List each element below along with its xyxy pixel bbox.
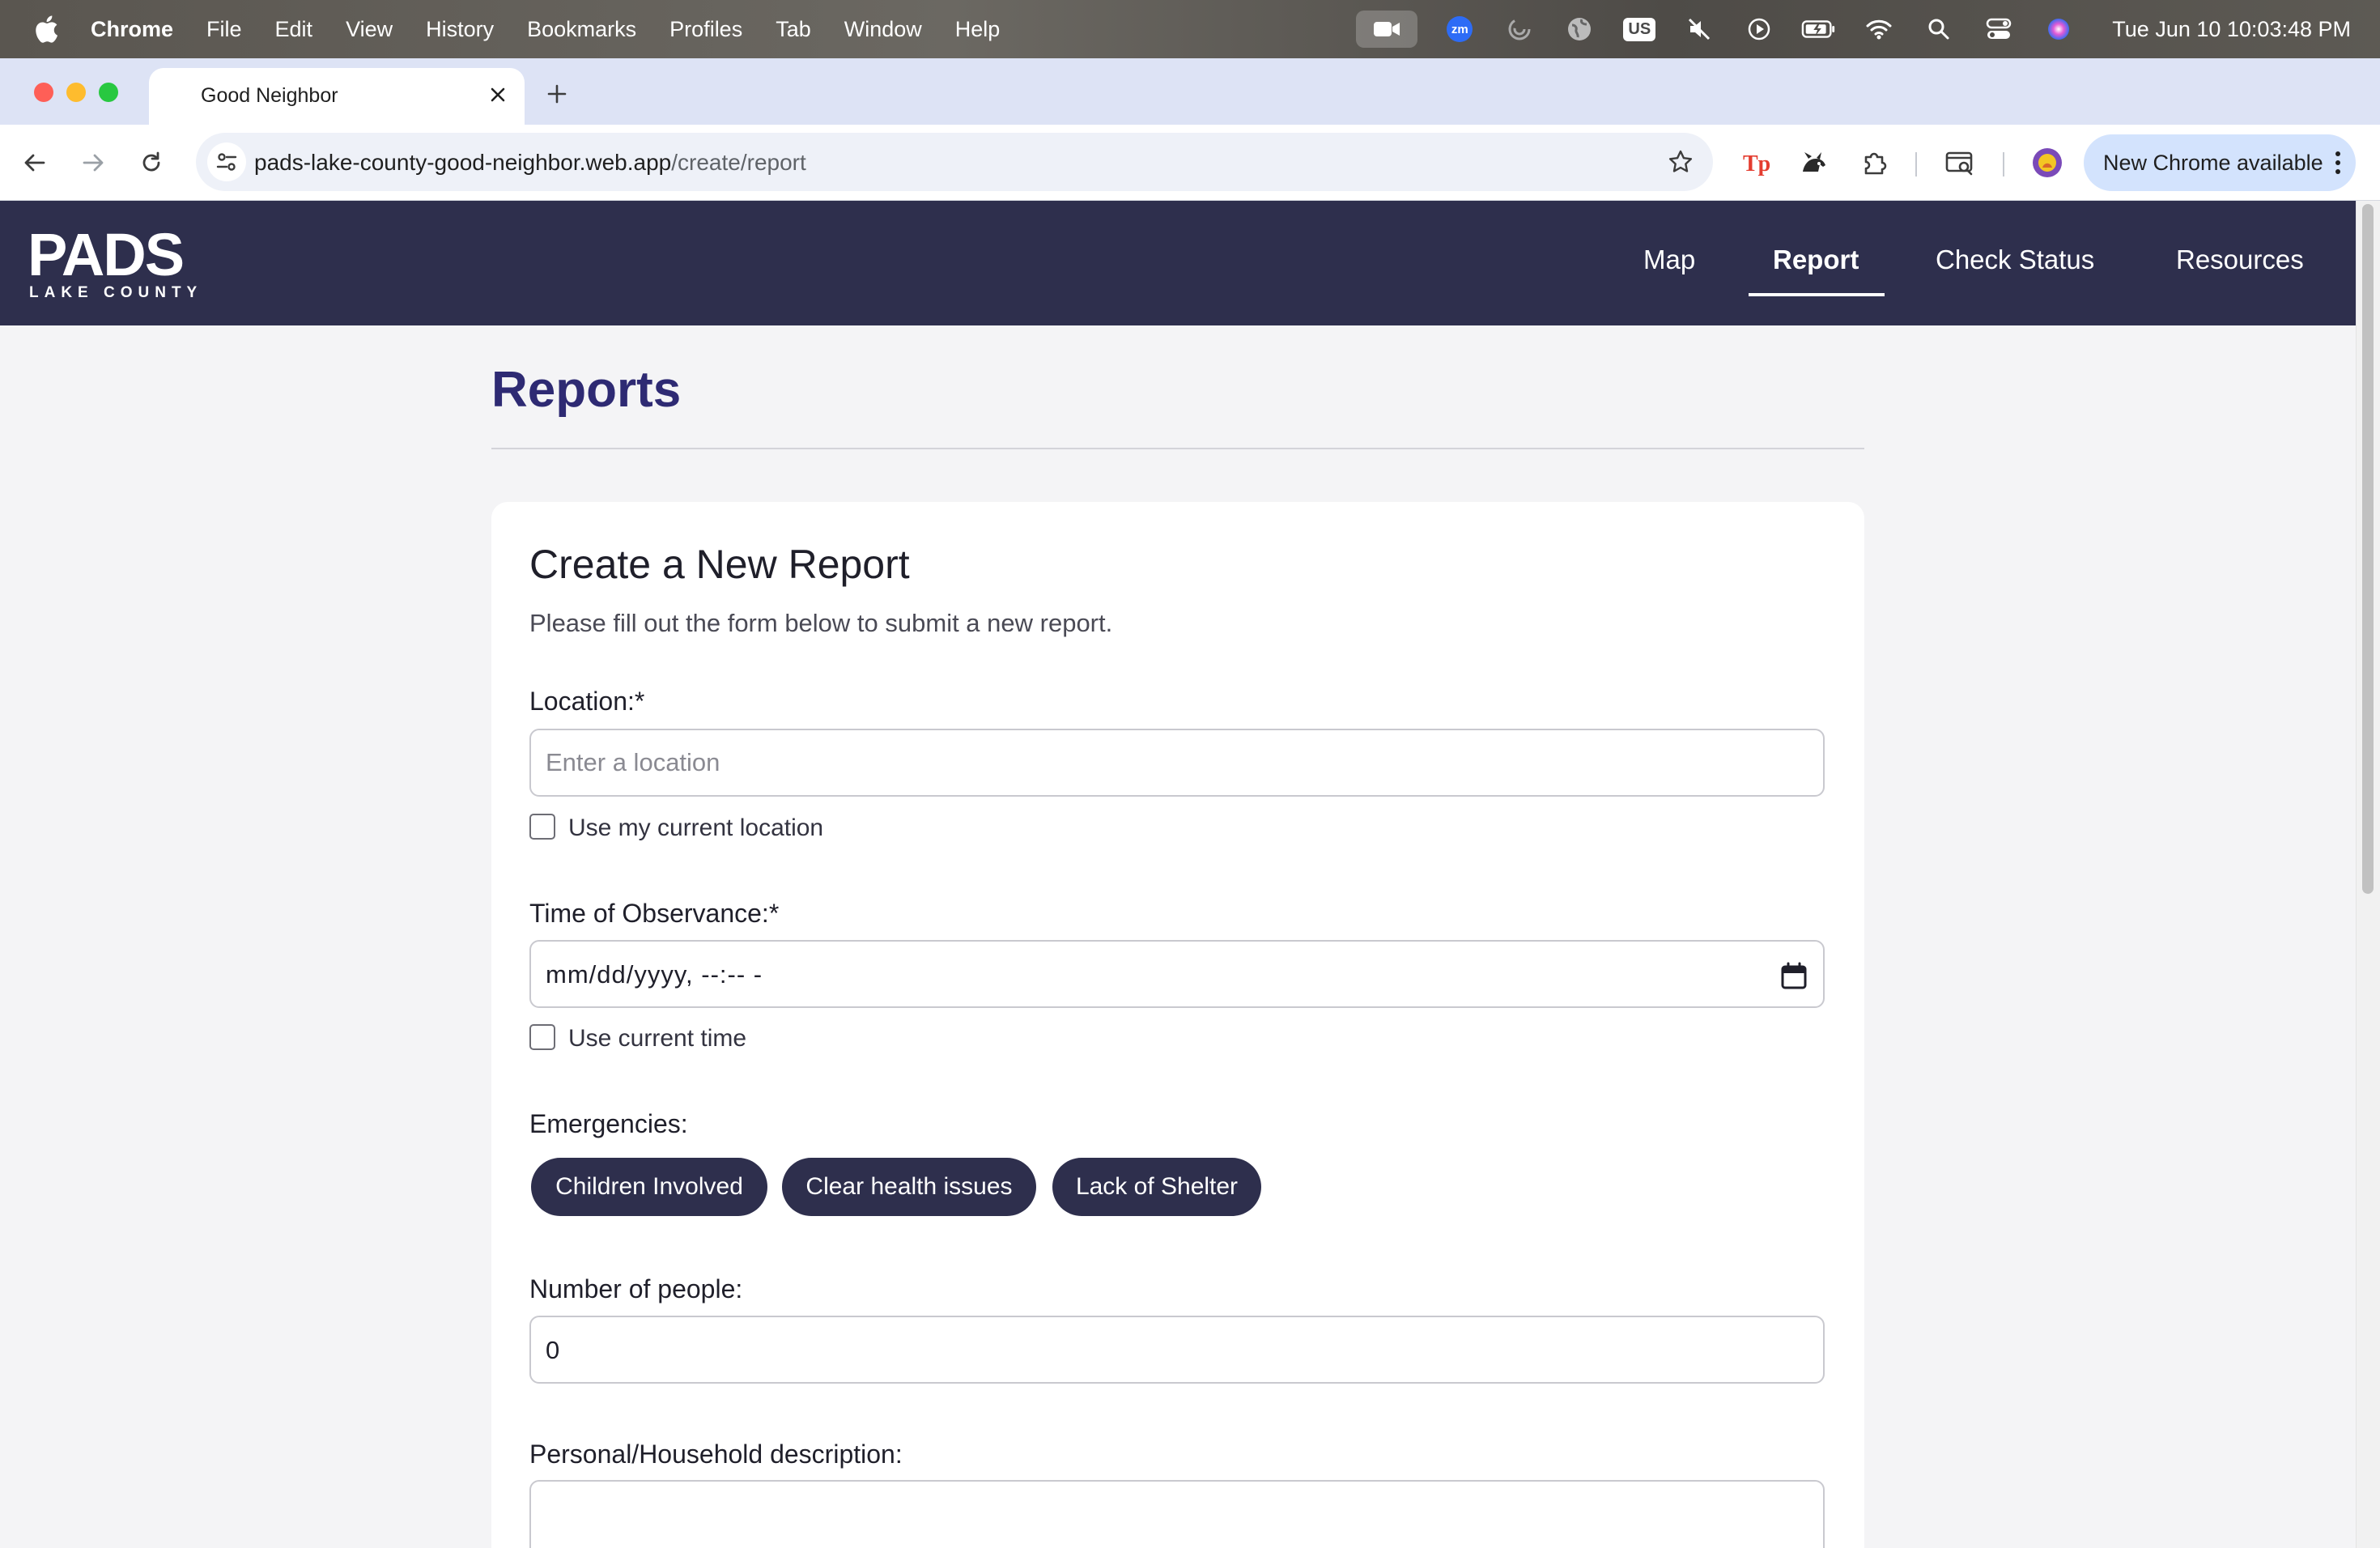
time-input-value: mm/dd/yyyy, --:-- - bbox=[546, 960, 763, 989]
use-current-time-checkbox[interactable] bbox=[529, 1024, 555, 1050]
menu-edit[interactable]: Edit bbox=[275, 17, 313, 42]
logo-wordmark: PADS bbox=[28, 225, 183, 288]
pads-logo[interactable]: PADS LAKE COUNTY bbox=[28, 221, 207, 301]
description-label: Personal/Household description: bbox=[529, 1440, 903, 1469]
nav-resources[interactable]: Resources bbox=[2176, 245, 2304, 275]
description-textarea[interactable] bbox=[529, 1480, 1825, 1548]
more-vert-icon[interactable] bbox=[2335, 151, 2341, 175]
globe-icon[interactable] bbox=[1562, 11, 1597, 47]
logo-subtext: LAKE COUNTY bbox=[29, 284, 202, 300]
number-of-people-input[interactable] bbox=[529, 1316, 1825, 1384]
active-nav-indicator bbox=[1749, 293, 1885, 296]
form-title: Create a New Report bbox=[529, 542, 910, 587]
emergencies-label: Emergencies: bbox=[529, 1109, 688, 1138]
svg-text:Tp: Tp bbox=[1743, 151, 1770, 176]
menu-profiles[interactable]: Profiles bbox=[669, 17, 742, 42]
address-bar[interactable]: pads-lake-county-good-neighbor.web.app/c… bbox=[196, 133, 1713, 191]
menu-app-name[interactable]: Chrome bbox=[91, 17, 173, 42]
menu-window[interactable]: Window bbox=[844, 17, 922, 42]
new-tab-icon[interactable] bbox=[541, 78, 573, 110]
location-input[interactable] bbox=[529, 729, 1825, 797]
emergency-lack-of-shelter-button[interactable]: Lack of Shelter bbox=[1052, 1158, 1261, 1216]
battery-icon[interactable] bbox=[1801, 11, 1837, 47]
browser-tab[interactable]: Good Neighbor bbox=[149, 68, 525, 125]
menu-clock[interactable]: Tue Jun 10 10:03:48 PM bbox=[2112, 17, 2351, 42]
tab-search-icon[interactable] bbox=[1943, 146, 1977, 180]
profile-avatar-icon[interactable] bbox=[2030, 146, 2064, 180]
siri-icon[interactable] bbox=[2041, 11, 2076, 47]
site-header: PADS LAKE COUNTY Map Report Check Status… bbox=[0, 201, 2356, 325]
macos-menu-bar: Chrome File Edit View History Bookmarks … bbox=[0, 0, 2380, 58]
update-label: New Chrome available bbox=[2103, 151, 2323, 175]
back-icon[interactable] bbox=[16, 144, 53, 181]
use-current-location-checkbox[interactable] bbox=[529, 814, 555, 840]
location-label: Location:* bbox=[529, 687, 645, 716]
menu-file[interactable]: File bbox=[206, 17, 242, 42]
zoom-icon[interactable]: zm bbox=[1442, 11, 1477, 47]
keyboard-input-icon[interactable]: US bbox=[1621, 11, 1657, 47]
site-info-icon[interactable] bbox=[207, 142, 246, 181]
use-current-location-label[interactable]: Use my current location bbox=[568, 814, 823, 842]
extensions-puzzle-icon[interactable] bbox=[1857, 146, 1891, 180]
url-domain: pads-lake-county-good-neighbor.web.app bbox=[254, 150, 672, 175]
toolbar-separator bbox=[1915, 152, 1917, 176]
time-label: Time of Observance:* bbox=[529, 899, 780, 928]
page-scrollbar-thumb[interactable] bbox=[2362, 204, 2374, 894]
nav-report[interactable]: Report bbox=[1773, 245, 1859, 275]
close-tab-icon[interactable] bbox=[486, 83, 510, 107]
toolbar-separator bbox=[2003, 152, 2004, 176]
loader-icon[interactable] bbox=[1502, 11, 1537, 47]
close-window-button[interactable] bbox=[34, 83, 53, 102]
calendar-icon[interactable] bbox=[1778, 960, 1810, 993]
menu-view[interactable]: View bbox=[346, 17, 393, 42]
form-subtitle: Please fill out the form below to submit… bbox=[529, 609, 1113, 637]
number-of-people-value: 0 bbox=[546, 1336, 560, 1364]
menu-help[interactable]: Help bbox=[955, 17, 1001, 42]
apple-menu-icon[interactable] bbox=[32, 15, 60, 44]
menu-bookmarks[interactable]: Bookmarks bbox=[527, 17, 636, 42]
page-title: Reports bbox=[491, 362, 682, 418]
reload-icon[interactable] bbox=[133, 144, 170, 181]
emergency-clear-health-issues-button[interactable]: Clear health issues bbox=[782, 1158, 1036, 1216]
menu-tab[interactable]: Tab bbox=[776, 17, 811, 42]
mute-icon[interactable] bbox=[1681, 11, 1717, 47]
url-text[interactable]: pads-lake-county-good-neighbor.web.app/c… bbox=[254, 150, 806, 176]
nav-check-status[interactable]: Check Status bbox=[1936, 245, 2094, 275]
control-center-icon[interactable] bbox=[1981, 11, 2017, 47]
minimize-window-button[interactable] bbox=[66, 83, 86, 102]
video-icon[interactable] bbox=[1356, 11, 1418, 48]
zoom-window-button[interactable] bbox=[99, 83, 118, 102]
browser-toolbar: pads-lake-county-good-neighbor.web.app/c… bbox=[0, 125, 2380, 201]
title-divider bbox=[491, 448, 1864, 449]
new-chrome-available-button[interactable]: New Chrome available bbox=[2084, 134, 2356, 191]
wifi-icon[interactable] bbox=[1861, 11, 1897, 47]
menu-history[interactable]: History bbox=[426, 17, 494, 42]
forward-icon[interactable] bbox=[74, 144, 112, 181]
play-icon[interactable] bbox=[1741, 11, 1777, 47]
number-of-people-label: Number of people: bbox=[529, 1274, 743, 1303]
nav-map[interactable]: Map bbox=[1643, 245, 1695, 275]
spotlight-icon[interactable] bbox=[1921, 11, 1957, 47]
emergency-children-involved-button[interactable]: Children Involved bbox=[531, 1158, 767, 1216]
extension-animal-icon[interactable] bbox=[1797, 146, 1831, 180]
bookmark-star-icon[interactable] bbox=[1664, 146, 1697, 178]
tab-title: Good Neighbor bbox=[201, 84, 338, 107]
url-path: /create/report bbox=[671, 150, 806, 175]
use-current-time-label[interactable]: Use current time bbox=[568, 1025, 746, 1053]
tp-extension-icon[interactable]: Tp bbox=[1739, 146, 1773, 180]
